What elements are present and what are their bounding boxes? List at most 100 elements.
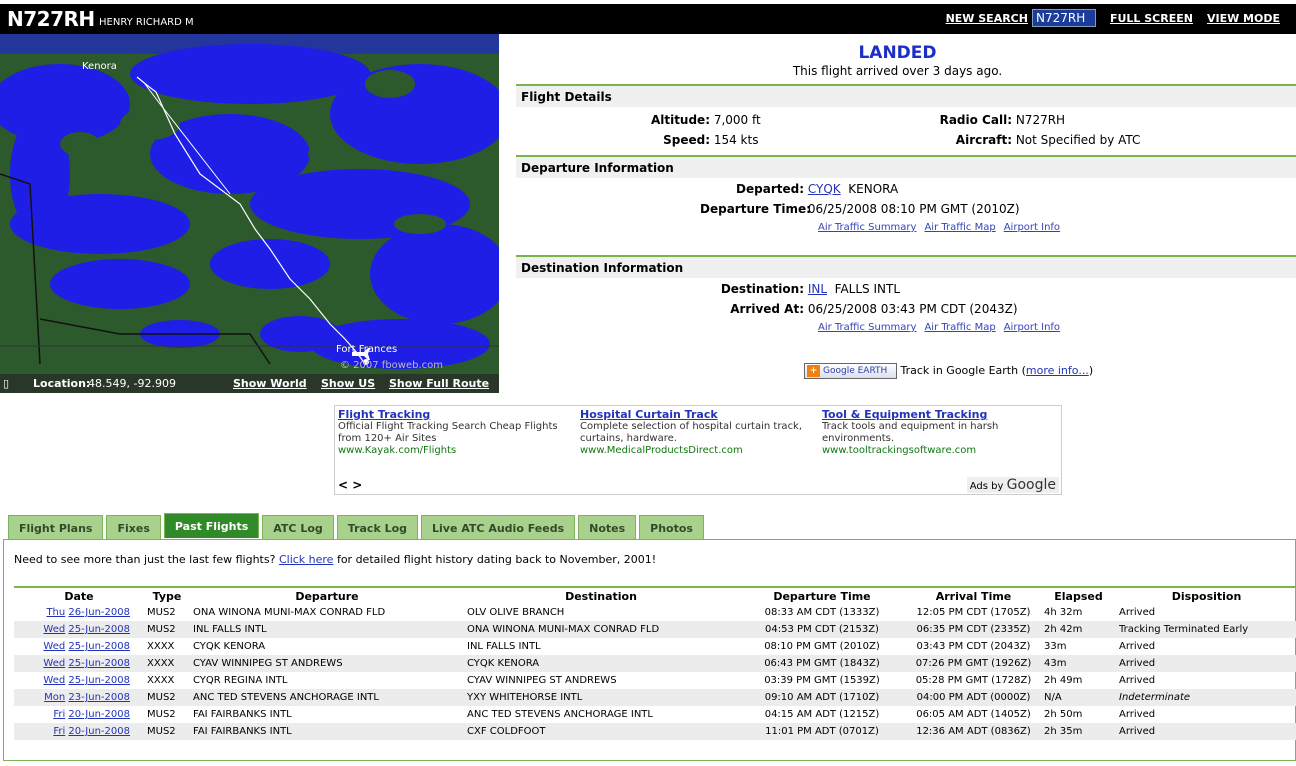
table-header-row: Date Type Departure Destination Departur… [14,587,1296,604]
google-earth-more-link[interactable]: more info... [1026,364,1089,377]
new-search-link[interactable]: NEW SEARCH [946,12,1028,25]
row-day-link[interactable]: Thu [46,607,65,618]
tab-atc-log[interactable]: ATC Log [262,515,334,539]
departure-traffic-summary-link[interactable]: Air Traffic Summary [818,222,916,233]
past-flights-panel: Need to see more than just the last few … [3,539,1296,761]
row-day-link[interactable]: Fri [53,709,65,720]
tab-notes[interactable]: Notes [578,515,637,539]
row-type: MUS2 [144,723,190,740]
arrived-time-value: 06/25/2008 03:43 PM CDT (2043Z) [807,302,1018,316]
google-earth-button[interactable]: + Google EARTH [804,363,897,379]
ad-item[interactable]: Flight Tracking Official Flight Tracking… [338,408,568,456]
tail-number: N727RH [7,7,95,31]
altitude-value: 7,000 ft [713,113,761,127]
departure-airport-link[interactable]: CYQK [808,182,841,196]
ad-title[interactable]: Flight Tracking [338,408,568,421]
row-day-link[interactable]: Fri [53,726,65,737]
map-canvas [0,34,499,369]
row-destination: CYAV WINNIPEG ST ANDREWS [467,675,617,686]
row-disposition: Arrived [1119,641,1156,652]
ads-by-google[interactable]: Ads by Google [966,477,1059,493]
search-input[interactable] [1031,9,1096,27]
ad-url[interactable]: www.Kayak.com/Flights [338,445,568,456]
row-elapsed: 2h 35m [1041,723,1116,740]
row-date: Mon 23-Jun-2008 [14,689,144,706]
destination-traffic-summary-link[interactable]: Air Traffic Summary [818,322,916,333]
row-day-link[interactable]: Wed [43,641,65,652]
tab-flight-plans[interactable]: Flight Plans [8,515,104,539]
destination-airport-info-link[interactable]: Airport Info [1004,322,1060,333]
radio-label: Radio Call: [939,113,1012,127]
row-day-link[interactable]: Wed [43,675,65,686]
plus-icon: + [807,365,820,377]
row-departure: FAI FAIRBANKS INTL [193,709,292,720]
row-departure-time: 04:15 AM ADT (1215Z) [764,709,880,720]
ad-url[interactable]: www.MedicalProductsDirect.com [580,445,810,456]
full-screen-link[interactable]: FULL SCREEN [1110,12,1193,25]
destination-heading: Destination Information [516,255,1296,278]
row-date-link[interactable]: 25-Jun-2008 [68,675,130,686]
row-elapsed: 2h 49m [1044,675,1083,686]
destination-traffic-map-link[interactable]: Air Traffic Map [924,322,995,333]
tab-track-log[interactable]: Track Log [336,515,419,539]
row-date: Fri 20-Jun-2008 [14,723,144,740]
tab-photos[interactable]: Photos [639,515,704,539]
flight-map[interactable]: Kenora Fort Frances © 2007 fboweb.com ▯ … [0,34,499,393]
row-disposition: Arrived [1119,607,1156,618]
google-earth-button-label: Google EARTH [823,366,888,376]
departure-traffic-map-link[interactable]: Air Traffic Map [924,222,995,233]
tab-live-atc[interactable]: Live ATC Audio Feeds [421,515,576,539]
show-world-link[interactable]: Show World [233,377,307,390]
row-date-link[interactable]: 23-Jun-2008 [68,692,130,703]
row-disposition: Tracking Terminated Early [1116,621,1296,638]
row-destination: ANC TED STEVENS ANCHORAGE INTL [467,709,653,720]
history-click-here-link[interactable]: Click here [279,553,334,566]
speed-value: 154 kts [713,133,759,147]
row-departure: FAI FAIRBANKS INTL [190,723,464,740]
row-type: MUS2 [147,607,176,618]
departure-links: Air Traffic Summary Air Traffic Map Airpor… [818,222,1068,233]
view-mode-link[interactable]: VIEW MODE [1207,12,1280,25]
destination-airport-link[interactable]: INL [808,282,827,296]
row-departure-time: 06:43 PM GMT (1843Z) [738,655,906,672]
table-row: Thu 26-Jun-2008 MUS2 ONA WINONA MUNI-MAX C… [14,604,1296,621]
row-departure: CYAV WINNIPEG ST ANDREWS [190,655,464,672]
table-row: Mon 23-Jun-2008 MUS2 ANC TED STEVENS ANCHO… [14,689,1296,706]
row-day-link[interactable]: Wed [43,658,65,669]
show-us-link[interactable]: Show US [321,377,375,390]
row-day-link[interactable]: Wed [43,624,65,635]
row-date-link[interactable]: 25-Jun-2008 [68,658,130,669]
ad-item[interactable]: Tool & Equipment Tracking Track tools an… [822,408,1052,456]
show-route-link[interactable]: Show Full Route [389,377,489,390]
departed-row: Departed: CYQK KENORA [700,182,898,196]
row-date-link[interactable]: 25-Jun-2008 [68,624,130,635]
row-date-link[interactable]: 26-Jun-2008 [68,607,130,618]
ad-nav-arrows[interactable]: < > [338,478,362,492]
row-destination: CYQK KENORA [464,655,738,672]
google-earth-text: Track in Google Earth ( [900,364,1026,377]
ad-block: Flight Tracking Official Flight Tracking… [334,405,1062,495]
ad-item[interactable]: Hospital Curtain Track Complete selectio… [580,408,810,456]
top-bar: N727RH HENRY RICHARD M NEW SEARCH FULL S… [0,4,1296,34]
ad-title[interactable]: Hospital Curtain Track [580,408,810,421]
row-elapsed: 2h 42m [1041,621,1116,638]
row-departure-time: 03:39 PM GMT (1539Z) [764,675,880,686]
col-arrival-time: Arrival Time [935,590,1012,603]
tab-past-flights[interactable]: Past Flights [163,513,260,538]
destination-links: Air Traffic Summary Air Traffic Map Airpor… [818,322,1068,333]
ad-title[interactable]: Tool & Equipment Tracking [822,408,1052,421]
departure-time-value: 06/25/2008 08:10 PM GMT (2010Z) [807,202,1020,216]
row-date-link[interactable]: 20-Jun-2008 [68,726,130,737]
tab-bar: Flight Plans Fixes Past Flights ATC Log … [8,513,707,539]
row-destination: CXF COLDFOOT [464,723,738,740]
aircraft-row: Aircraft: Not Specified by ATC [912,133,1141,147]
map-status-bar: ▯ Location: 48.549, -92.909 Show World S… [0,374,499,393]
row-day-link[interactable]: Mon [44,692,65,703]
departure-airport-info-link[interactable]: Airport Info [1004,222,1060,233]
row-date-link[interactable]: 25-Jun-2008 [68,641,130,652]
ad-url[interactable]: www.tooltrackingsoftware.com [822,445,1052,456]
aircraft-value: Not Specified by ATC [1015,133,1141,147]
tab-fixes[interactable]: Fixes [106,515,161,539]
row-date: Fri 20-Jun-2008 [14,706,144,723]
row-date-link[interactable]: 20-Jun-2008 [68,709,130,720]
